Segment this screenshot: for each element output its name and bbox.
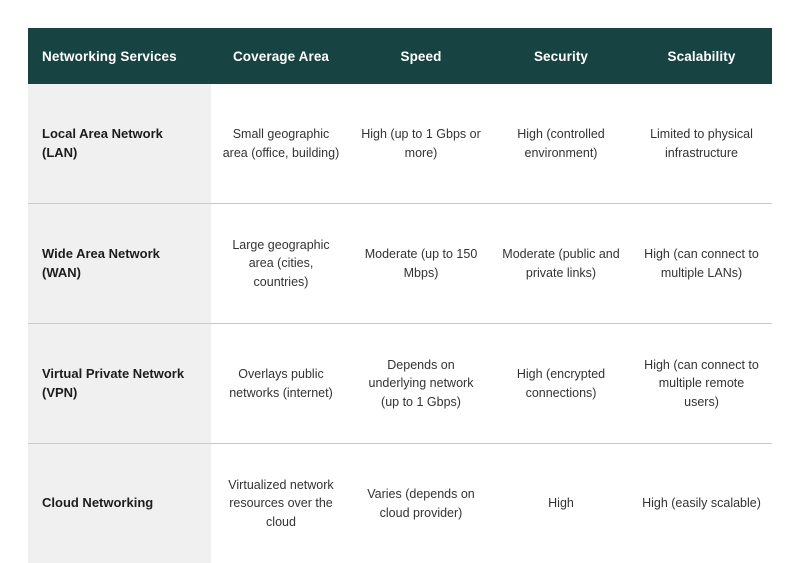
cell-scalability: High (can connect to multiple LANs) [631, 204, 772, 324]
cell-service-name: Virtual Private Network (VPN) [28, 324, 211, 444]
cell-security: High [491, 444, 631, 563]
table-header: Networking Services Coverage Area Speed … [28, 28, 772, 84]
column-header-speed: Speed [351, 28, 491, 84]
cell-coverage-area: Virtualized network resources over the c… [211, 444, 351, 563]
cell-service-name: Cloud Networking [28, 444, 211, 563]
cell-speed: Moderate (up to 150 Mbps) [351, 204, 491, 324]
cell-speed: Varies (depends on cloud provider) [351, 444, 491, 563]
cell-speed: Depends on underlying network (up to 1 G… [351, 324, 491, 444]
cell-speed: High (up to 1 Gbps or more) [351, 84, 491, 204]
networking-services-comparison-table: Networking Services Coverage Area Speed … [28, 28, 772, 563]
table-body: Local Area Network (LAN) Small geographi… [28, 84, 772, 563]
cell-service-name: Local Area Network (LAN) [28, 84, 211, 204]
table-row: Virtual Private Network (VPN) Overlays p… [28, 324, 772, 444]
table-row: Wide Area Network (WAN) Large geographic… [28, 204, 772, 324]
cell-coverage-area: Large geographic area (cities, countries… [211, 204, 351, 324]
column-header-scalability: Scalability [631, 28, 772, 84]
table-row: Cloud Networking Virtualized network res… [28, 444, 772, 563]
cell-scalability: High (can connect to multiple remote use… [631, 324, 772, 444]
table-page: Networking Services Coverage Area Speed … [0, 0, 800, 512]
cell-coverage-area: Small geographic area (office, building) [211, 84, 351, 204]
column-header-coverage-area: Coverage Area [211, 28, 351, 84]
cell-service-name: Wide Area Network (WAN) [28, 204, 211, 324]
table-header-row: Networking Services Coverage Area Speed … [28, 28, 772, 84]
column-header-security: Security [491, 28, 631, 84]
cell-security: High (controlled environment) [491, 84, 631, 204]
cell-scalability: High (easily scalable) [631, 444, 772, 563]
cell-coverage-area: Overlays public networks (internet) [211, 324, 351, 444]
column-header-service: Networking Services [28, 28, 211, 84]
cell-scalability: Limited to physical infrastructure [631, 84, 772, 204]
cell-security: High (encrypted connections) [491, 324, 631, 444]
table-row: Local Area Network (LAN) Small geographi… [28, 84, 772, 204]
comparison-table-container: Networking Services Coverage Area Speed … [28, 28, 772, 563]
cell-security: Moderate (public and private links) [491, 204, 631, 324]
